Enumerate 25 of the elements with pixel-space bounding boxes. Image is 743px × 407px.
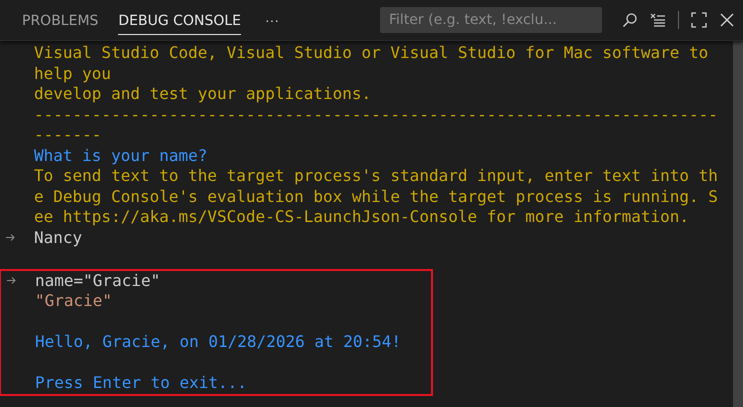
- search-icon[interactable]: [622, 12, 638, 28]
- close-icon[interactable]: [719, 12, 735, 28]
- console-line: "Gracie": [35, 291, 112, 312]
- console-line: -------: [34, 125, 102, 146]
- console-line: develop and test your applications.: [34, 84, 372, 104]
- console-line: What is your name?: [34, 146, 208, 166]
- clear-console-icon[interactable]: [650, 12, 666, 28]
- console-line: -----------------------------------------------------------------------: [34, 104, 718, 125]
- console-line: Nancy: [34, 228, 82, 248]
- console-line: help you: [34, 64, 112, 84]
- filter-field[interactable]: Filter (e.g. text, !exclu...: [380, 7, 602, 33]
- console-line: ee https://aka.ms/VSCode-CS-LaunchJson-Console for more information.: [34, 207, 690, 228]
- console-line: Visual Studio Code, Visual Studio or Visual Studio for Mac software to: [34, 43, 708, 64]
- maximize-icon[interactable]: [691, 12, 707, 28]
- input-arrow-icon: [6, 234, 15, 242]
- scrollbar[interactable]: [733, 41, 743, 407]
- console-line: To send text to the target process's standard input, enter text into th: [34, 166, 718, 186]
- console-line: e Debug Console's evaluation box while the target process is running. S: [34, 186, 718, 207]
- panel-tab[interactable]: DEBUG CONSOLE: [118, 5, 242, 35]
- more-button[interactable]: ···: [261, 12, 284, 28]
- console-line: Press Enter to exit...: [35, 373, 247, 394]
- input-arrow-icon: [7, 277, 16, 284]
- console-line: name="Gracie": [35, 270, 160, 291]
- console-line: Hello, Gracie, on 01/28/2026 at 20:54!: [35, 332, 402, 352]
- panel-tab[interactable]: PROBLEMS: [22, 5, 98, 35]
